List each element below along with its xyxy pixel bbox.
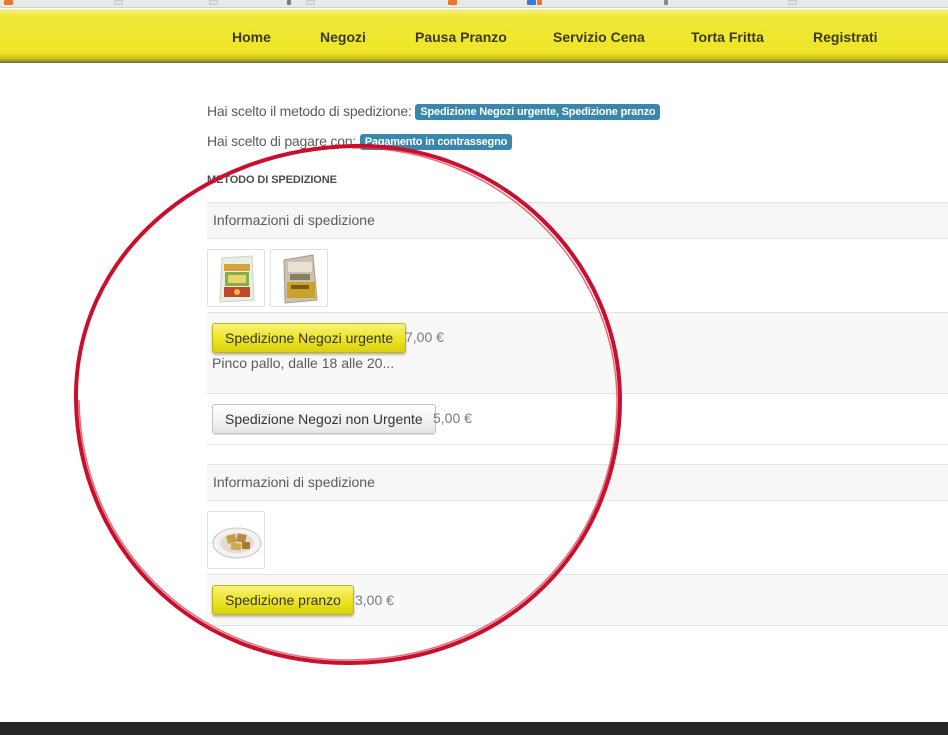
bookmark-favicon-icon[interactable] [527,0,536,5]
shipping-description: Pinco pallo, dalle 18 alle 20... [212,355,395,371]
bookmark-favicon-icon[interactable] [4,0,13,5]
bookmark-favicon-icon[interactable] [114,0,123,5]
bookmark-favicon-icon[interactable] [537,0,542,5]
shipping-info-header: Informazioni di spedizione [207,464,948,501]
page-footer [0,722,948,735]
bookmark-favicon-icon[interactable] [306,0,315,5]
shipping-negozi-non-urgente-button[interactable]: Spedizione Negozi non Urgente [212,404,436,434]
shipping-info-header: Informazioni di spedizione [207,202,948,239]
shipping-price: 3,00 € [355,592,394,608]
sauce-bag-product-image[interactable] [270,249,328,307]
shipping-negozi-urgente-button[interactable]: Spedizione Negozi urgente [212,323,407,353]
nav-pausa-pranzo[interactable]: Pausa Pranzo [415,9,507,61]
shipping-method-summary: Hai scelto il metodo di spedizione: Sped… [207,103,661,120]
nav-home[interactable]: Home [232,9,271,61]
bookmark-favicon-icon[interactable] [788,0,797,5]
payment-summary-label: Hai scelto di pagare con: [207,133,357,149]
section-title: METODO DI SPEDIZIONE [207,174,337,186]
browser-bookmark-strip [0,0,948,8]
nav-registrati[interactable]: Registrati [813,9,878,61]
shipping-option-row: Spedizione Negozi non Urgente 5,00 € [207,393,948,445]
payment-method-summary: Hai scelto di pagare con: Pagamento in c… [207,133,513,150]
main-navbar: Home Negozi Pausa Pranzo Servizio Cena T… [0,9,948,63]
nav-torta-fritta[interactable]: Torta Fritta [691,9,764,61]
shipping-price: 7,00 € [405,329,444,345]
shipping-method-badge: Spedizione Negozi urgente, Spedizione pr… [415,104,661,120]
food-plate-product-image[interactable] [207,511,265,569]
shipping-price: 5,00 € [433,410,472,426]
shipping-option-row: Spedizione pranzo 3,00 € [207,574,948,626]
page: Home Negozi Pausa Pranzo Servizio Cena T… [0,0,948,735]
pasta-bag-product-image[interactable] [207,249,265,307]
bookmark-favicon-icon[interactable] [448,0,457,5]
shipping-summary-label: Hai scelto il metodo di spedizione: [207,103,412,119]
bookmark-favicon-icon[interactable] [287,0,291,5]
payment-method-badge: Pagamento in contrassegno [359,134,513,150]
nav-negozi[interactable]: Negozi [320,9,366,61]
shipping-option-row: Spedizione Negozi urgente 7,00 € Pinco p… [207,312,948,393]
shipping-pranzo-button[interactable]: Spedizione pranzo [212,585,354,615]
bookmark-favicon-icon[interactable] [209,0,218,5]
nav-servizio-cena[interactable]: Servizio Cena [553,9,645,61]
bookmark-favicon-icon[interactable] [664,0,668,5]
